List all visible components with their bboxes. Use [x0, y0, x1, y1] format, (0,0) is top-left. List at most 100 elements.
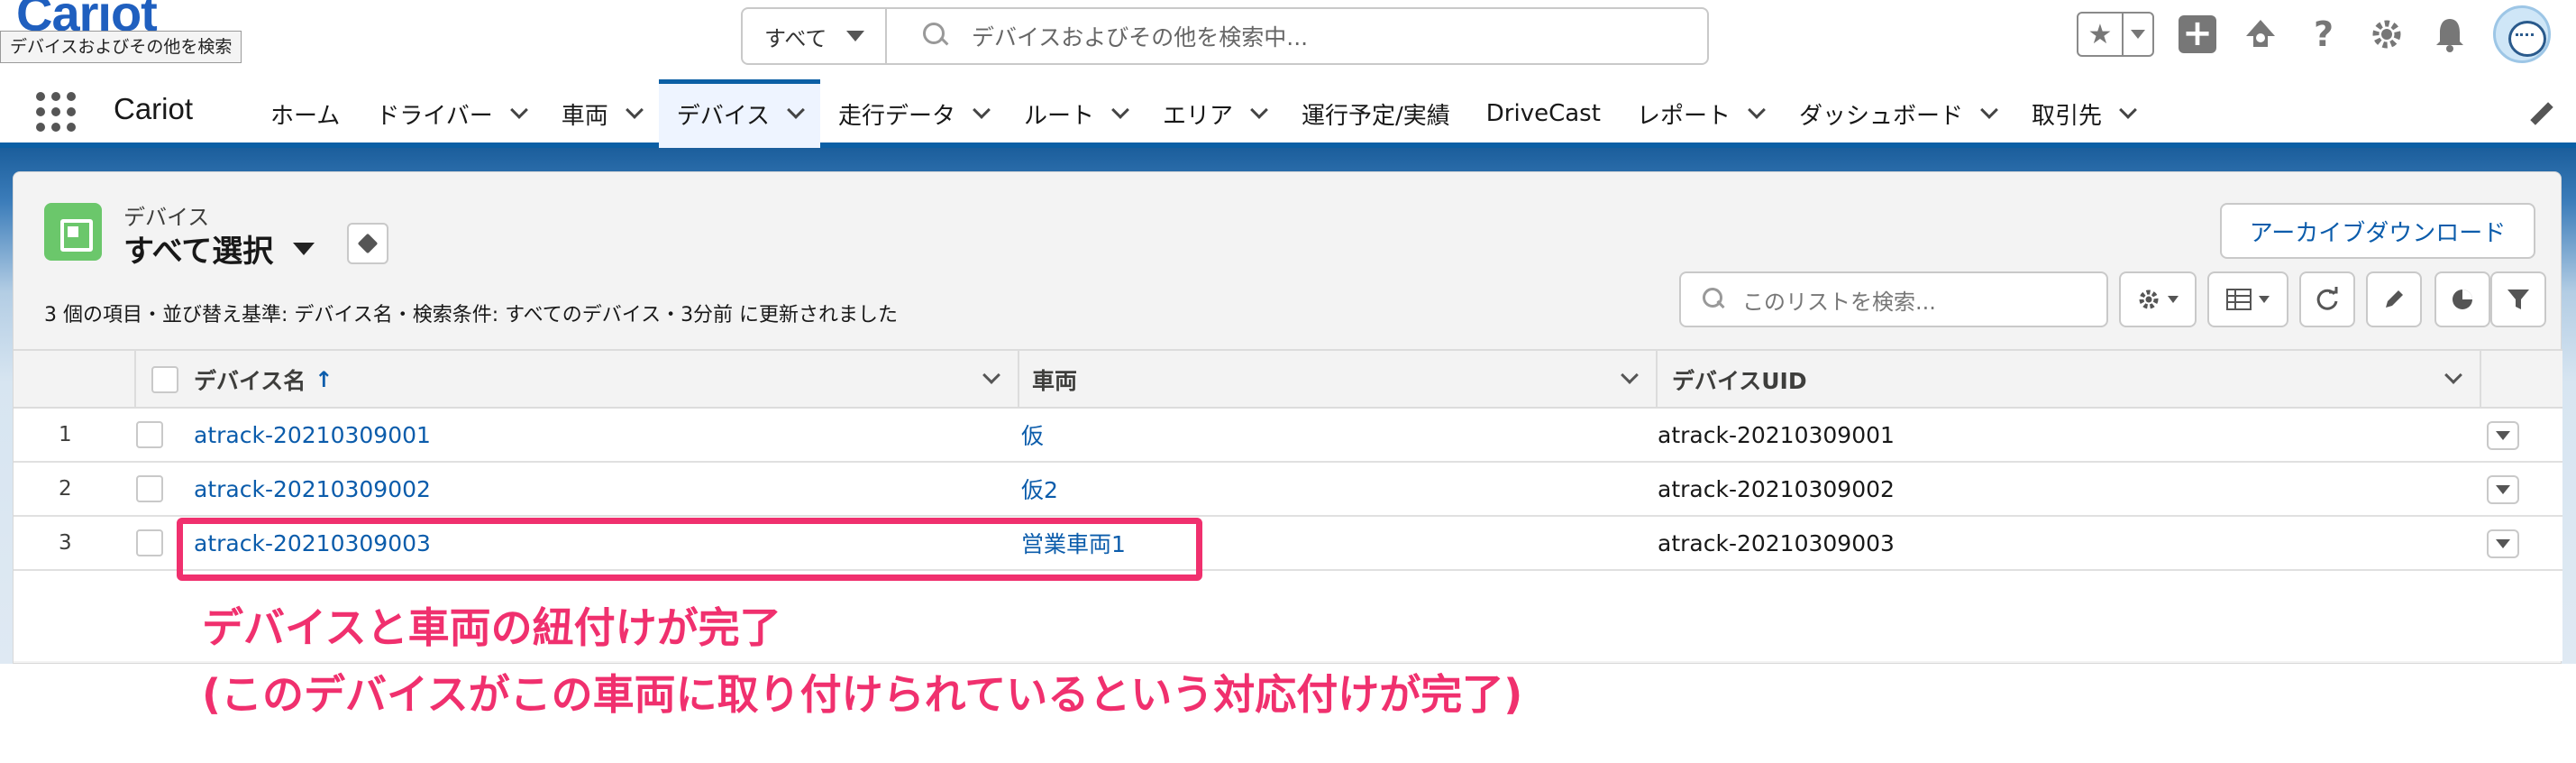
pin-list-view-button[interactable]	[347, 223, 388, 264]
settings-gear-icon[interactable]	[2367, 14, 2407, 54]
nav-item[interactable]: 運行予定/実績	[1283, 79, 1468, 148]
chevron-down-icon[interactable]	[1250, 101, 1268, 119]
chevron-down-icon	[2496, 539, 2510, 548]
setup-trailhead-icon[interactable]	[2241, 14, 2280, 54]
global-add-icon[interactable]: +	[2178, 14, 2217, 54]
chevron-down-icon[interactable]	[2119, 101, 2137, 119]
chevron-down-icon[interactable]	[973, 101, 991, 119]
chevron-down-icon	[2496, 431, 2510, 440]
row-number: 1	[59, 423, 72, 446]
nav-item-label: レポート	[1636, 102, 1731, 130]
user-avatar[interactable]	[2493, 5, 2551, 63]
device-name-link[interactable]: atrack-20210309001	[194, 409, 431, 461]
device-name-link[interactable]: atrack-20210309002	[194, 463, 431, 515]
nav-item[interactable]: レポート	[1619, 79, 1781, 148]
search-icon	[1701, 286, 1728, 313]
row-number: 2	[59, 477, 72, 501]
pin-icon	[357, 233, 379, 254]
column-label: デバイスUID	[1672, 368, 1807, 394]
chevron-down-icon	[2496, 485, 2510, 494]
column-header-device-name[interactable]: デバイス名 ↑	[194, 351, 1019, 409]
nav-item-label: 走行データ	[837, 102, 955, 130]
row-action-dropdown[interactable]	[2487, 421, 2519, 450]
search-icon	[921, 21, 952, 51]
pencil-icon	[2386, 290, 2403, 308]
favorites-dropdown-icon[interactable]	[2124, 14, 2152, 55]
search-tooltip: デバイスおよびその他を検索	[0, 31, 242, 63]
sort-ascending-icon: ↑	[315, 367, 333, 392]
nav-item-label: ダッシュボード	[1798, 102, 1963, 130]
nav-item-label: ルート	[1023, 102, 1094, 130]
charts-button[interactable]	[2434, 271, 2490, 327]
nav-item-label: ホーム	[270, 102, 341, 130]
row-select-cell	[136, 409, 163, 461]
list-view-card: デバイス すべて選択 3 個の項目・並び替え基準: デバイス名・検索条件: すべ…	[13, 171, 2562, 664]
nav-item[interactable]: ドライバー	[358, 79, 543, 148]
nav-item[interactable]: ダッシュボード	[1781, 79, 2014, 148]
chevron-down-icon[interactable]	[509, 101, 528, 119]
nav-item[interactable]: 走行データ	[820, 79, 1006, 148]
edit-nav-pencil-icon[interactable]	[2527, 101, 2554, 128]
display-as-table-button[interactable]	[2207, 271, 2288, 327]
edit-list-button[interactable]	[2366, 271, 2422, 327]
chevron-down-icon	[293, 242, 315, 255]
chevron-down-icon[interactable]	[1111, 101, 1129, 119]
nav-item[interactable]: デバイス	[658, 79, 821, 148]
row-checkbox[interactable]	[136, 529, 163, 556]
device-object-icon	[44, 203, 102, 261]
search-scope-label: すべて	[764, 25, 827, 51]
favorites-star-icon[interactable]: ★	[2078, 14, 2124, 55]
nav-item[interactable]: ホーム	[252, 79, 358, 148]
chevron-down-icon[interactable]	[625, 101, 644, 119]
device-uid: atrack-20210309003	[1658, 529, 1895, 556]
nav-items: ホーム ドライバー 車両 デバイス 走行データ ルート エリア 運行予定/実績 DriveCas…	[252, 79, 2152, 148]
global-header: Cariot デバイスおよびその他を検索 すべて デバイスおよびその他を検索中.…	[0, 0, 2576, 79]
nav-item[interactable]: DriveCast	[1468, 79, 1619, 148]
row-checkbox[interactable]	[136, 421, 163, 448]
nav-item-label: 車両	[561, 102, 608, 130]
refresh-button[interactable]	[2299, 271, 2355, 327]
nav-item-label: 運行予定/実績	[1302, 102, 1450, 130]
list-search-input[interactable]: このリストを検索...	[1679, 271, 2108, 327]
filter-icon	[2507, 290, 2529, 309]
table-row: 2 atrack-20210309002 仮2 atrack-20210309002	[14, 463, 2562, 517]
column-header-device-uid[interactable]: デバイスUID	[1658, 351, 2481, 409]
chevron-down-icon	[846, 31, 865, 41]
app-launcher-icon[interactable]	[36, 92, 76, 132]
help-icon[interactable]: ?	[2304, 14, 2343, 54]
chevron-down-icon[interactable]	[2444, 366, 2462, 384]
search-input[interactable]: デバイスおよびその他を検索中...	[972, 20, 1308, 52]
row-action-dropdown[interactable]	[2487, 529, 2519, 558]
row-select-cell	[136, 463, 163, 515]
row-number-header	[14, 351, 136, 409]
list-view-meta: 3 個の項目・並び替え基準: デバイス名・検索条件: すべてのデバイス・3分前 …	[44, 304, 899, 326]
nav-item[interactable]: ルート	[1006, 79, 1145, 148]
filter-button[interactable]	[2490, 271, 2546, 327]
chevron-down-icon[interactable]	[1748, 101, 1766, 119]
chevron-down-icon[interactable]	[787, 101, 805, 119]
vehicle-link[interactable]: 仮	[1021, 409, 1044, 461]
list-settings-button[interactable]	[2119, 271, 2197, 327]
device-uid: atrack-20210309001	[1658, 421, 1895, 448]
app-name: Cariot	[114, 92, 194, 125]
pie-chart-icon	[2453, 290, 2472, 309]
row-action-dropdown[interactable]	[2487, 475, 2519, 504]
list-search-placeholder: このリストを検索...	[1742, 289, 1936, 315]
column-header-vehicle[interactable]: 車両	[1019, 351, 1658, 409]
nav-item[interactable]: 取引先	[2014, 79, 2152, 148]
archive-download-button[interactable]: アーカイブダウンロード	[2220, 203, 2535, 259]
select-all-checkbox[interactable]	[151, 366, 178, 393]
nav-item-label: DriveCast	[1485, 100, 1601, 127]
table-header: デバイス名 ↑ 車両 デバイスUID	[14, 349, 2562, 409]
chevron-down-icon[interactable]	[1621, 366, 1639, 384]
nav-item[interactable]: エリア	[1145, 79, 1283, 148]
table-row: 1 atrack-20210309001 仮 atrack-20210309001	[14, 409, 2562, 463]
list-view-selector[interactable]: すべて選択	[123, 226, 315, 271]
search-scope-dropdown[interactable]: すべて	[743, 9, 887, 63]
chevron-down-icon[interactable]	[982, 366, 1000, 384]
nav-item[interactable]: 車両	[544, 79, 659, 148]
notifications-bell-icon[interactable]	[2430, 14, 2470, 54]
vehicle-link[interactable]: 仮2	[1021, 463, 1058, 515]
row-checkbox[interactable]	[136, 475, 163, 502]
chevron-down-icon[interactable]	[1980, 101, 1998, 119]
